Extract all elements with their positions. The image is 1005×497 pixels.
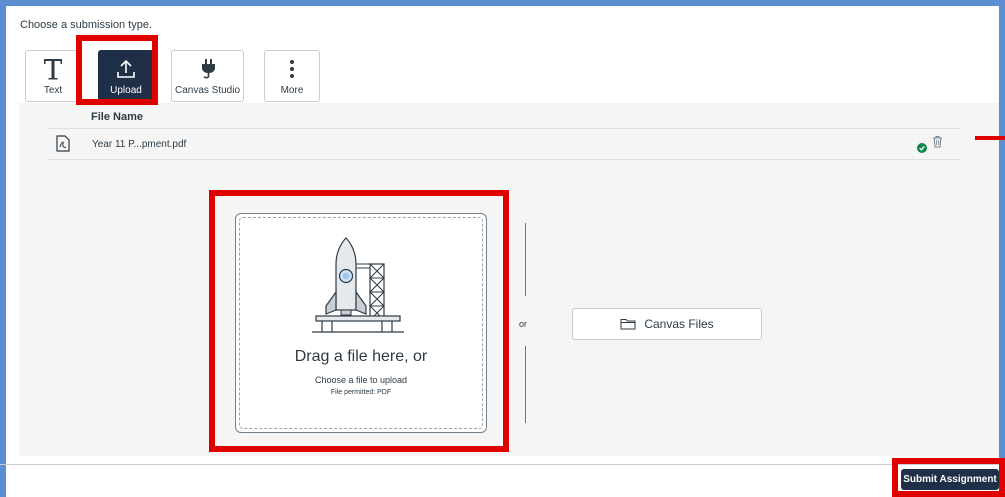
or-label: or xyxy=(519,319,528,329)
file-permitted-note: File permitted: PDF xyxy=(330,389,392,396)
annotation-arrow xyxy=(975,136,1005,140)
upload-submission-button[interactable]: Upload xyxy=(98,50,154,102)
pdf-file-icon xyxy=(56,135,70,157)
canvas-files-button[interactable]: Canvas Files xyxy=(572,308,762,340)
canvas-files-label: Canvas Files xyxy=(644,317,714,331)
file-drop-zone[interactable]: Drag a file here, or Choose a file to up… xyxy=(235,213,487,433)
file-name-column-header: File Name xyxy=(91,111,143,123)
upload-panel: File Name Year 11 P...pment.pdf Drag a f… xyxy=(19,103,999,456)
submission-type-prompt: Choose a submission type. xyxy=(20,19,153,31)
canvas-studio-button[interactable]: Canvas Studio xyxy=(171,50,244,102)
text-T-icon xyxy=(42,56,64,82)
or-divider-top xyxy=(525,223,526,296)
trash-icon[interactable] xyxy=(932,135,943,153)
more-label: More xyxy=(280,85,304,96)
text-submission-button[interactable]: Text xyxy=(25,50,81,102)
plug-icon xyxy=(197,56,219,82)
file-row: Year 11 P...pment.pdf xyxy=(49,128,960,160)
canvas-studio-label: Canvas Studio xyxy=(174,85,241,96)
folder-icon xyxy=(620,319,636,330)
vertical-ellipsis-icon xyxy=(288,56,296,82)
rocket-launch-icon xyxy=(312,237,404,333)
upload-arrow-icon xyxy=(114,56,138,82)
choose-file-link[interactable]: Choose a file to upload xyxy=(236,375,486,385)
more-submission-types-button[interactable]: More xyxy=(264,50,320,102)
upload-success-icon xyxy=(917,140,927,158)
file-name: Year 11 P...pment.pdf xyxy=(92,138,187,150)
drop-zone-title: Drag a file here, or xyxy=(294,348,428,365)
submit-assignment-button[interactable]: Submit Assignment xyxy=(901,469,999,490)
or-divider-bottom xyxy=(525,346,526,423)
footer-separator xyxy=(0,464,1005,465)
text-submission-label: Text xyxy=(43,85,63,96)
upload-submission-label: Upload xyxy=(110,85,142,96)
